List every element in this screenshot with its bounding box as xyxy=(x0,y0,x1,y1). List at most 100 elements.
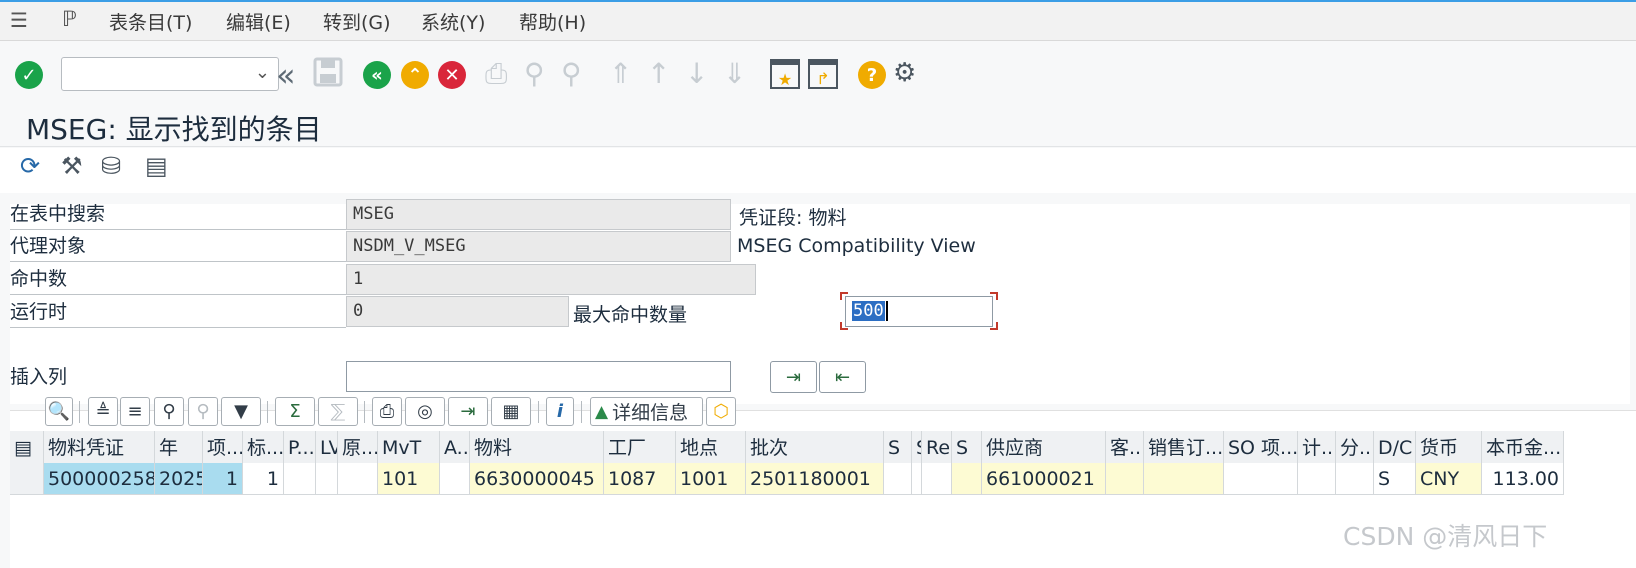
grid-cell[interactable]: 5000002583 xyxy=(44,463,155,495)
grid-column-header[interactable]: SO 项... xyxy=(1224,431,1298,465)
views-icon[interactable]: ◎ xyxy=(405,397,445,426)
enter-check-icon[interactable]: ✓ xyxy=(15,61,43,89)
grid-column-header[interactable]: 本币金... xyxy=(1482,431,1564,465)
menu-system[interactable]: 系统(Y) xyxy=(421,8,485,35)
command-field[interactable]: ⌄ xyxy=(61,57,279,91)
grid-column-header[interactable]: 供应商 xyxy=(982,431,1106,465)
info-icon[interactable]: i xyxy=(546,397,574,426)
grid-cell[interactable]: 661000021 xyxy=(982,463,1106,495)
grid-cell[interactable] xyxy=(922,463,952,495)
grid-column-header[interactable]: 项... xyxy=(203,431,243,465)
grid-select-all-icon[interactable]: ▤ xyxy=(10,431,44,465)
chevron-down-icon[interactable]: ⌄ xyxy=(255,62,270,83)
grid-column-header[interactable]: 物料凭证 xyxy=(44,431,155,465)
grid-column-header[interactable]: 分... xyxy=(1336,431,1374,465)
grid-column-header[interactable]: 原... xyxy=(338,431,378,465)
grid-column-header[interactable]: 年 xyxy=(155,431,203,465)
cancel-icon[interactable]: ✕ xyxy=(438,61,466,89)
save-icon[interactable] xyxy=(313,57,343,87)
settings-gear-icon[interactable]: ⚙ xyxy=(893,58,916,88)
next-page-icon[interactable]: ↓ xyxy=(685,57,708,90)
grid-column-header[interactable]: S xyxy=(952,431,982,465)
grid-column-header[interactable]: S xyxy=(884,431,912,465)
generate-shortcut-icon[interactable]: ↱ xyxy=(808,59,838,89)
grid-cell[interactable] xyxy=(1106,463,1144,495)
row-selector[interactable] xyxy=(10,463,44,495)
export-icon[interactable]: ⇥ xyxy=(448,397,488,426)
filter-icon[interactable]: ▼ xyxy=(221,397,261,426)
grid-column-header[interactable]: 客... xyxy=(1106,431,1144,465)
grid-cell[interactable] xyxy=(284,463,316,495)
grid-cell[interactable] xyxy=(1144,463,1224,495)
grid-cell[interactable] xyxy=(912,463,922,495)
sum-icon[interactable]: Σ xyxy=(275,397,315,426)
grid-cell[interactable]: 101 xyxy=(378,463,440,495)
max-hits-input[interactable]: 500 xyxy=(845,296,993,327)
insert-column-input[interactable] xyxy=(346,361,731,392)
grid-column-header[interactable]: Re xyxy=(922,431,952,465)
grid-column-header[interactable]: 地点 xyxy=(676,431,746,465)
grid-cell[interactable]: 1087 xyxy=(604,463,676,495)
grid-cell[interactable]: CNY xyxy=(1416,463,1482,495)
grid-column-header[interactable]: LV xyxy=(316,431,338,465)
sort-ascending-icon[interactable]: ≜ xyxy=(88,397,118,426)
grid-cell[interactable] xyxy=(316,463,338,495)
grid-cell[interactable]: 2025 xyxy=(155,463,203,495)
subtotal-icon[interactable]: ⅀ xyxy=(318,397,358,426)
document-icon[interactable]: ▤ xyxy=(145,152,168,180)
alv-detail-icon[interactable]: 🔍 xyxy=(45,397,73,426)
database-icon[interactable]: ⛁ xyxy=(101,152,121,180)
grid-cell[interactable] xyxy=(1336,463,1374,495)
find-icon[interactable]: ⚲ xyxy=(154,397,184,426)
menu-goto[interactable]: 转到(G) xyxy=(323,8,391,35)
refresh-icon[interactable]: ⟳ xyxy=(20,152,40,180)
grid-column-header[interactable]: 货币 xyxy=(1416,431,1482,465)
sort-descending-icon[interactable]: ≡ xyxy=(120,397,150,426)
details-button[interactable]: ▲ 详细信息 xyxy=(590,397,703,426)
grid-cell[interactable]: 6630000045 xyxy=(470,463,604,495)
back-icon[interactable]: « xyxy=(363,61,391,89)
technical-settings-icon[interactable]: ⚒ xyxy=(61,152,83,180)
remove-column-button[interactable]: ⇤ xyxy=(819,361,866,393)
double-left-icon[interactable]: « xyxy=(276,56,296,94)
grid-column-header[interactable]: 物料 xyxy=(470,431,604,465)
menu-icon[interactable]: ☰ xyxy=(10,8,28,32)
grid-column-header[interactable]: 销售订... xyxy=(1144,431,1224,465)
grid-column-header[interactable]: 工厂 xyxy=(604,431,676,465)
grid-cell[interactable]: 1001 xyxy=(676,463,746,495)
layout-icon[interactable]: ▦ xyxy=(491,397,531,426)
sort-order-icon[interactable]: ⬡ xyxy=(706,397,736,426)
grid-cell[interactable] xyxy=(338,463,378,495)
grid-cell[interactable]: 1 xyxy=(243,463,284,495)
insert-column-button[interactable]: ⇥ xyxy=(770,361,817,393)
grid-column-header[interactable]: D/C xyxy=(1374,431,1416,465)
first-page-icon[interactable]: ⇑ xyxy=(609,57,632,90)
print-preview-icon[interactable]: ⎙ xyxy=(372,397,402,426)
grid-cell[interactable] xyxy=(884,463,912,495)
find-next-icon[interactable]: ⚲ xyxy=(188,397,218,426)
menu-help[interactable]: 帮助(H) xyxy=(519,8,586,35)
grid-cell[interactable]: 2501180001 xyxy=(746,463,884,495)
grid-cell[interactable] xyxy=(1298,463,1336,495)
exit-icon[interactable]: ⌃ xyxy=(401,61,429,89)
grid-cell[interactable] xyxy=(952,463,982,495)
grid-cell[interactable] xyxy=(440,463,470,495)
grid-cell[interactable]: 1 xyxy=(203,463,243,495)
grid-column-header[interactable]: P... xyxy=(284,431,316,465)
grid-cell[interactable]: S xyxy=(1374,463,1416,495)
menu-table-entry[interactable]: 表条目(T) xyxy=(109,8,192,35)
grid-column-header[interactable]: S xyxy=(912,431,922,465)
grid-cell[interactable]: 113.00 xyxy=(1482,463,1564,495)
grid-column-header[interactable]: 批次 xyxy=(746,431,884,465)
grid-column-header[interactable]: 标... xyxy=(243,431,284,465)
sap-menu-icon[interactable]: ℙ xyxy=(62,7,77,31)
print-icon[interactable]: ⎙ xyxy=(485,57,507,91)
grid-column-header[interactable]: 计... xyxy=(1298,431,1336,465)
grid-cell[interactable] xyxy=(1224,463,1298,495)
grid-column-header[interactable]: A... xyxy=(440,431,470,465)
previous-page-icon[interactable]: ↑ xyxy=(647,57,670,90)
find-icon[interactable]: ⚲ xyxy=(524,57,545,90)
create-session-icon[interactable]: ★ xyxy=(770,59,800,89)
find-next-icon[interactable]: ⚲ xyxy=(561,57,582,90)
menu-edit[interactable]: 编辑(E) xyxy=(226,8,291,35)
